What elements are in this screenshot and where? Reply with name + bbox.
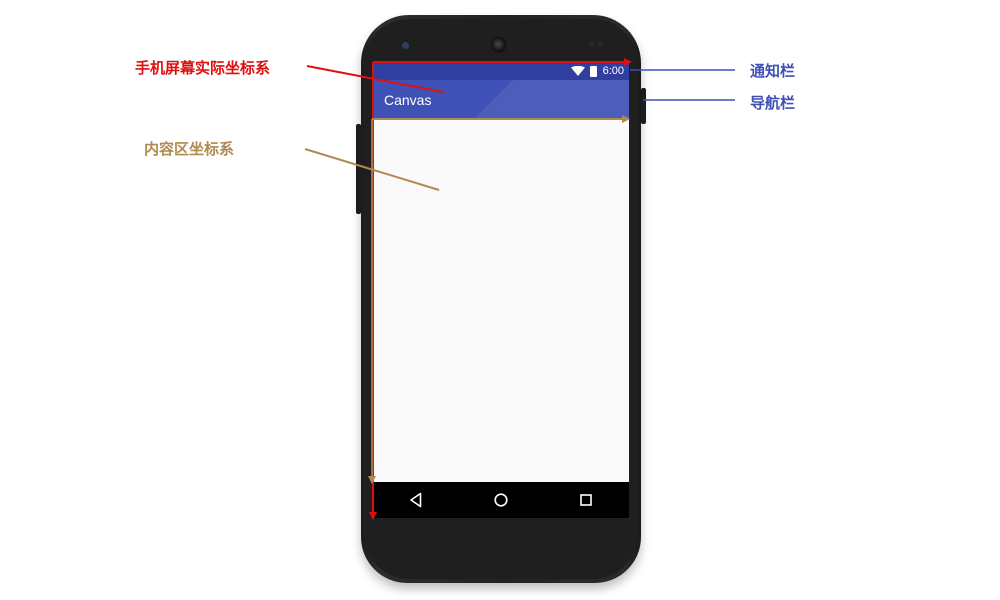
content-area xyxy=(373,119,629,482)
recents-icon[interactable] xyxy=(579,492,593,508)
toolbar-title: Canvas xyxy=(384,92,432,108)
speaker-dot xyxy=(402,42,409,49)
screen-coordinate-label: 手机屏幕实际坐标系 xyxy=(135,59,271,77)
back-icon[interactable] xyxy=(409,492,423,508)
navigation-bar xyxy=(373,482,629,518)
front-camera-icon xyxy=(491,37,507,53)
navigation-bar-label: 导航栏 xyxy=(750,94,796,112)
sensor-dots xyxy=(589,41,605,47)
app-toolbar: Canvas xyxy=(373,80,629,119)
toolbar-sheen xyxy=(433,80,629,119)
wifi-icon xyxy=(571,66,585,76)
battery-icon xyxy=(590,66,597,77)
phone-screen: 6:00 Canvas xyxy=(373,62,629,518)
home-icon[interactable] xyxy=(493,492,509,508)
power-key-right xyxy=(641,88,646,124)
notification-bar-label: 通知栏 xyxy=(750,62,796,80)
status-time: 6:00 xyxy=(602,65,624,77)
status-bar: 6:00 xyxy=(373,62,629,80)
volume-key-left xyxy=(356,124,361,214)
content-coordinate-label: 内容区坐标系 xyxy=(144,140,235,158)
